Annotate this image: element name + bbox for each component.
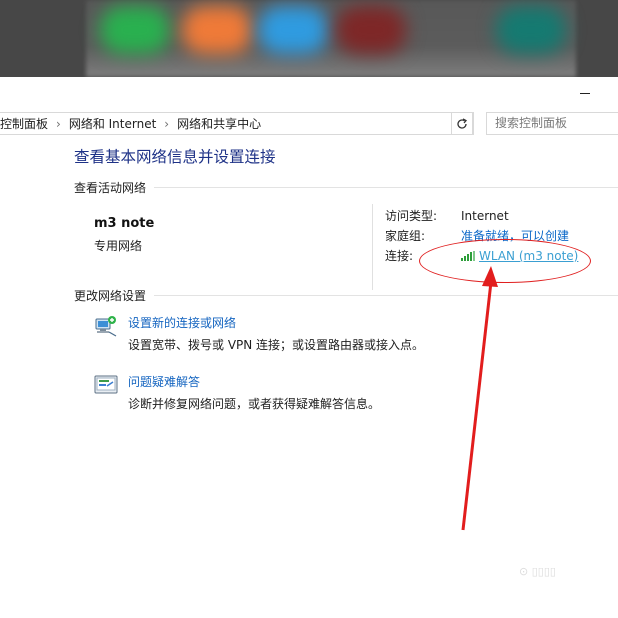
access-type-label: 访问类型: (385, 209, 438, 223)
page-title: 查看基本网络信息并设置连接 (74, 148, 276, 166)
change-settings-heading-label: 更改网络设置 (74, 289, 147, 303)
troubleshoot-link[interactable]: 问题疑难解答 (128, 373, 200, 390)
access-type-row: 访问类型: Internet (385, 207, 509, 224)
setup-connection-link[interactable]: 设置新的连接或网络 (128, 314, 236, 331)
blurred-desktop-background (0, 0, 618, 77)
breadcrumb-sharing-center[interactable]: 网络和共享中心 (177, 115, 261, 132)
breadcrumb-network-internet[interactable]: 网络和 Internet (69, 115, 156, 132)
active-networks-heading: 查看活动网络 (74, 179, 618, 196)
setup-connection-description: 设置宽带、拨号或 VPN 连接；或设置路由器或接入点。 (128, 338, 425, 352)
homegroup-label: 家庭组: (385, 229, 426, 243)
change-settings-heading: 更改网络设置 (74, 287, 618, 304)
access-type-value: Internet (461, 209, 509, 223)
refresh-icon[interactable] (451, 112, 473, 135)
network-name: m3 note (94, 216, 155, 231)
screenshot-root: 控制面板 › 网络和 Internet › 网络和共享中心 搜索控制面板 查看基… (0, 0, 618, 618)
breadcrumb-control-panel[interactable]: 控制面板 (0, 115, 48, 132)
active-networks-heading-label: 查看活动网络 (74, 181, 147, 195)
address-bar[interactable]: 控制面板 › 网络和 Internet › 网络和共享中心 (0, 112, 474, 135)
section-divider (154, 295, 618, 296)
vertical-divider (372, 204, 373, 290)
troubleshoot-icon (94, 373, 118, 397)
troubleshoot-description: 诊断并修复网络问题，或者获得疑难解答信息。 (128, 397, 381, 411)
watermark-icon: ⊙ ▯▯▯▯ (519, 565, 556, 578)
network-setup-icon (94, 314, 118, 338)
minimize-icon[interactable] (580, 87, 592, 99)
breadcrumb-separator-icon[interactable]: › (164, 117, 169, 131)
network-sharing-center-window: 控制面板 › 网络和 Internet › 网络和共享中心 搜索控制面板 查看基… (0, 77, 618, 618)
breadcrumb-separator-icon[interactable]: › (56, 117, 61, 131)
breadcrumb: 控制面板 › 网络和 Internet › 网络和共享中心 (0, 115, 455, 132)
network-type: 专用网络 (94, 239, 143, 253)
section-divider (154, 187, 618, 188)
search-input[interactable]: 搜索控制面板 (486, 112, 618, 135)
red-annotation-ellipse (419, 239, 591, 283)
